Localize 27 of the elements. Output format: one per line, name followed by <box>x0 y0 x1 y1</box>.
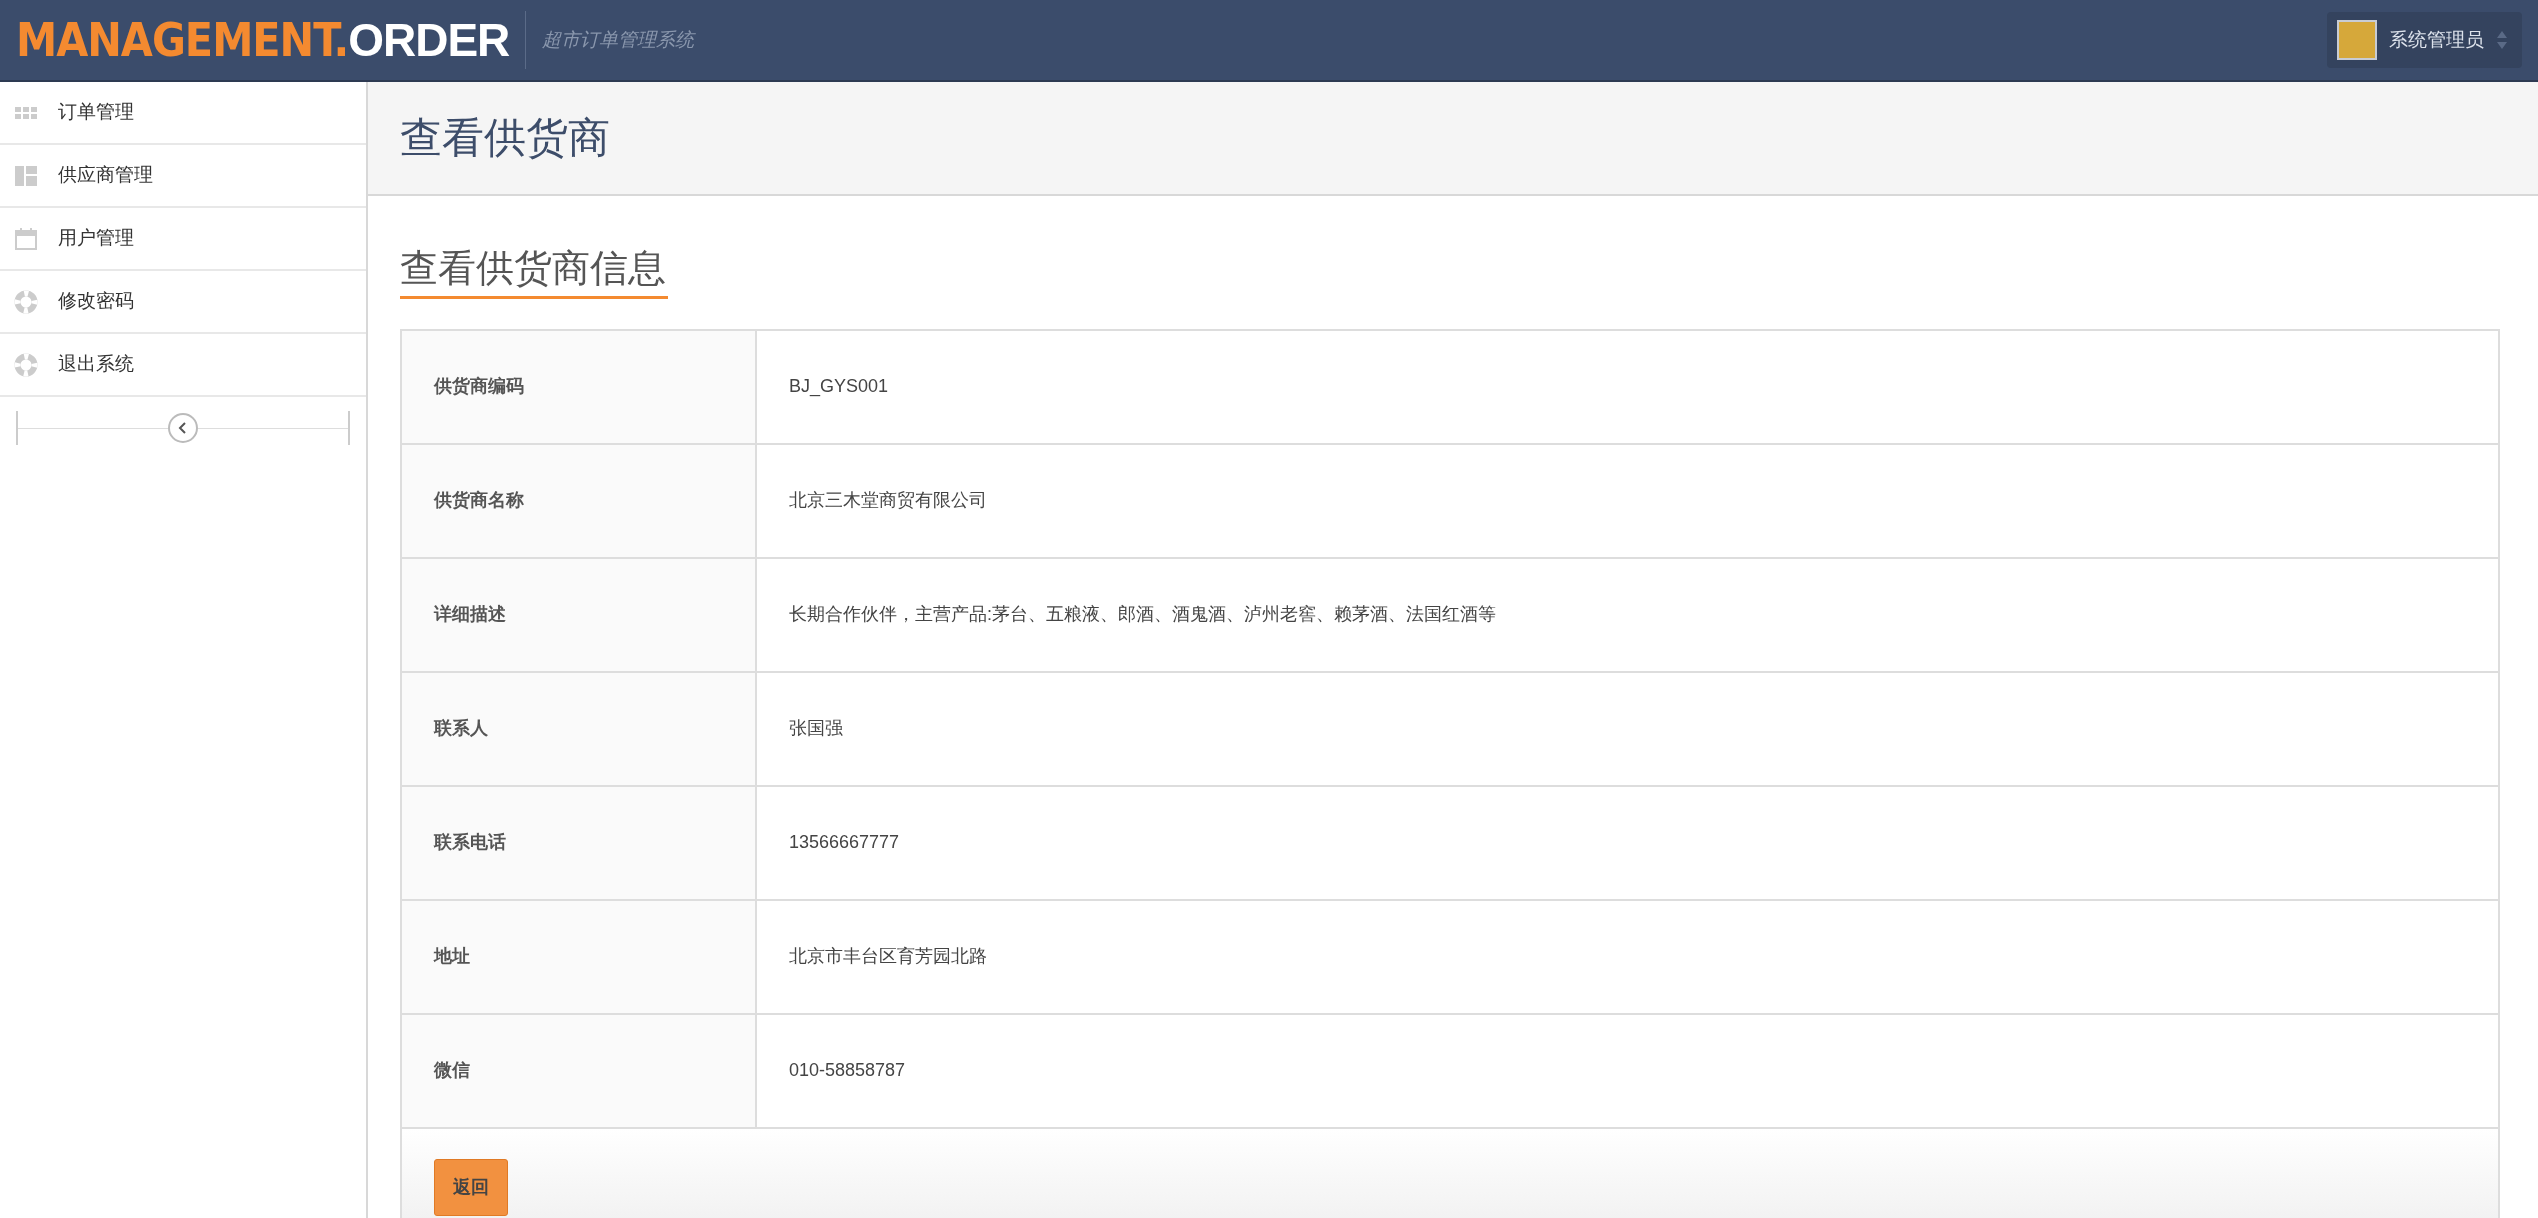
back-button[interactable]: 返回 <box>434 1158 508 1216</box>
avatar-image <box>2337 20 2377 60</box>
user-menu[interactable]: 系统管理员 <box>2327 12 2522 68</box>
lifebuoy-icon <box>14 289 38 314</box>
page-title: 查看供货商 <box>400 112 610 163</box>
field-value: 13566667777 <box>757 786 2498 899</box>
system-subtitle: 超市订单管理系统 <box>542 27 695 52</box>
logo-text: ORDER <box>348 12 510 68</box>
section-title: 查看供货商信息 <box>400 246 668 299</box>
field-value: 长期合作伙伴，主营产品:茅台、五粮液、郎酒、酒鬼酒、泸州老窖、赖茅酒、法国红酒等 <box>757 558 2498 671</box>
chevron-left-icon <box>177 421 189 435</box>
field-value: 张国强 <box>757 672 2498 785</box>
field-value: 010-58858787 <box>757 1014 2498 1127</box>
sidebar-item[interactable]: 订单管理 <box>0 82 366 145</box>
layout-icon <box>14 163 38 188</box>
field-value: 北京市丰台区育芳园北路 <box>757 900 2498 1013</box>
logo-text: MANAGEMENT. <box>16 11 349 69</box>
sidebar-item[interactable]: 供应商管理 <box>0 145 366 208</box>
sidebar-item[interactable]: 修改密码 <box>0 271 366 334</box>
calendar-icon <box>14 226 38 251</box>
field-value: BJ_GYS001 <box>757 330 2498 443</box>
sidebar-item[interactable]: 用户管理 <box>0 208 366 271</box>
lifebuoy-icon <box>14 352 38 377</box>
field-value: 北京三木堂商贸有限公司 <box>757 444 2498 557</box>
collapse-button[interactable] <box>168 413 198 443</box>
sidebar-item[interactable]: 退出系统 <box>0 334 366 397</box>
sort-arrows-icon <box>2496 30 2508 50</box>
